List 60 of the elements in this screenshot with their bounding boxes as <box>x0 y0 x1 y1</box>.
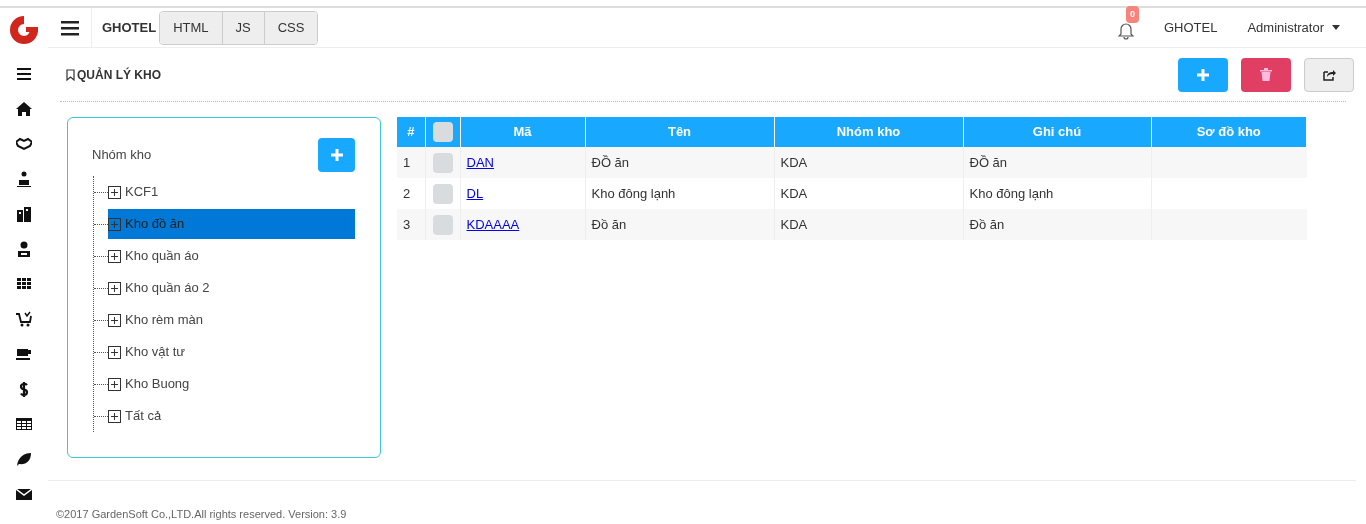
table-cell: 3 <box>397 209 425 240</box>
envelope-icon[interactable] <box>16 486 32 502</box>
code-link[interactable]: KDAAAA <box>466 216 520 232</box>
checkbox[interactable] <box>432 183 453 204</box>
tree-item[interactable]: Kho rèm màn <box>108 305 355 335</box>
logo-icon <box>8 14 40 46</box>
notification-badge: 0 <box>1125 5 1139 23</box>
cart-icon[interactable] <box>16 311 32 327</box>
tab-button[interactable]: JS <box>221 11 264 44</box>
leaf-icon[interactable] <box>16 451 32 467</box>
page-title: QUẢN LÝ KHO <box>77 66 161 84</box>
expand-icon[interactable] <box>108 409 121 423</box>
code-link[interactable]: DAN <box>466 154 494 170</box>
expand-icon[interactable] <box>108 345 121 359</box>
menu-icon[interactable] <box>16 66 32 82</box>
share-button[interactable] <box>1304 57 1354 92</box>
delete-button[interactable] <box>1241 57 1291 92</box>
code-link[interactable]: DL <box>466 185 484 201</box>
user-menu[interactable]: Administrator <box>1247 17 1340 38</box>
table-cell: Đồ ăn <box>585 209 774 240</box>
bookmark-icon <box>66 68 75 81</box>
checkbox[interactable] <box>432 152 453 173</box>
tree-item[interactable]: Kho quần áo <box>108 241 355 271</box>
bell-icon[interactable] <box>1117 21 1134 40</box>
plus-icon <box>1197 68 1209 81</box>
add-button[interactable] <box>318 138 355 172</box>
expand-icon[interactable] <box>108 281 121 295</box>
footer-text: ©2017 GardenSoft Co.,LTD.All rights reserved. Version: 3.9 <box>56 508 347 520</box>
tree-item[interactable]: Kho đồ ăn <box>108 209 355 239</box>
tree-item[interactable]: KCF1 <box>108 177 355 207</box>
share-icon <box>1322 68 1336 81</box>
tree-item[interactable]: Kho vật tư <box>108 337 355 367</box>
expand-icon[interactable] <box>108 249 121 263</box>
table-cell: Đồ ăn <box>963 209 1151 240</box>
tree-item[interactable]: Tất cả <box>108 401 355 431</box>
brand-name: GHOTEL <box>102 18 157 37</box>
checkbox[interactable] <box>432 122 453 142</box>
checkbox[interactable] <box>432 214 453 235</box>
tree-item[interactable]: Kho Buong <box>108 369 355 399</box>
tab-button[interactable]: HTML <box>160 11 222 44</box>
organization-name: GHOTEL <box>1163 18 1218 37</box>
cup-icon[interactable] <box>16 346 32 362</box>
grid-icon[interactable] <box>16 276 32 292</box>
table-icon[interactable] <box>16 416 32 432</box>
tree-title: Nhóm kho <box>92 146 152 165</box>
plus-icon <box>330 149 343 161</box>
person-icon[interactable] <box>16 171 32 187</box>
add-button[interactable] <box>1178 57 1228 92</box>
expand-icon[interactable] <box>108 377 121 391</box>
tab-button[interactable]: CSS <box>263 11 318 44</box>
expand-icon[interactable] <box>108 185 121 199</box>
menu-icon[interactable] <box>60 19 79 36</box>
tree-item[interactable]: Kho quần áo 2 <box>108 273 355 303</box>
home-icon[interactable] <box>16 101 32 117</box>
caret-icon <box>1332 25 1340 30</box>
table-cell: KDA <box>774 209 963 240</box>
trash-icon <box>1260 68 1272 81</box>
expand-icon[interactable] <box>108 313 121 327</box>
building-icon[interactable] <box>16 206 32 222</box>
person-icon[interactable] <box>16 241 32 257</box>
